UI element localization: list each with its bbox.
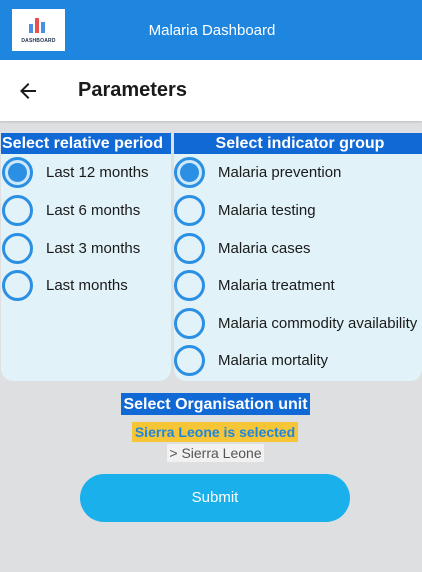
indicator-option[interactable]: Malaria mortality	[174, 343, 328, 377]
period-panel: Select relative period Last 12 months La…	[1, 133, 171, 381]
option-label: Malaria mortality	[218, 351, 329, 369]
option-label: Malaria commodity availability	[218, 314, 418, 332]
option-label: Last 3 months	[46, 239, 141, 257]
logo-text: DASHBOARD	[21, 38, 56, 44]
indicator-option[interactable]: Malaria commodity availability	[174, 306, 417, 340]
option-label: Last 12 months	[46, 163, 149, 181]
radio-button[interactable]	[2, 156, 33, 188]
radio-button[interactable]	[174, 194, 205, 226]
radio-button[interactable]	[174, 232, 205, 264]
period-option[interactable]: Last 3 months	[2, 231, 140, 265]
back-arrow-icon[interactable]	[16, 79, 40, 103]
toolbar: Parameters	[0, 60, 422, 121]
option-label: Last 6 months	[46, 201, 141, 219]
app-title: Malaria Dashboard	[148, 22, 276, 39]
period-heading: Select relative period	[1, 133, 171, 154]
indicator-heading: Select indicator group	[174, 133, 422, 154]
bar-chart-icon	[29, 17, 49, 33]
radio-button[interactable]	[174, 156, 205, 188]
option-label: Last months	[46, 276, 128, 294]
radio-button[interactable]	[174, 269, 205, 301]
indicator-panel: Select indicator group Malaria preventio…	[174, 133, 422, 381]
indicator-option[interactable]: Malaria prevention	[174, 155, 341, 189]
submit-button[interactable]: Submit	[80, 474, 350, 522]
indicator-option[interactable]: Malaria cases	[174, 231, 311, 265]
option-label: Malaria treatment	[218, 276, 335, 294]
org-unit-selected-text: Sierra Leone is selected	[132, 422, 298, 442]
app-logo: DASHBOARD	[12, 9, 65, 51]
period-option[interactable]: Last 6 months	[2, 193, 140, 227]
period-option[interactable]: Last months	[2, 268, 128, 302]
app-bar: DASHBOARD Malaria Dashboard	[0, 0, 422, 60]
org-unit-selector[interactable]: Select Organisation unit	[121, 393, 310, 415]
option-label: Malaria cases	[218, 239, 311, 257]
option-label: Malaria testing	[218, 201, 316, 219]
radio-button[interactable]	[174, 307, 205, 339]
indicator-option[interactable]: Malaria treatment	[174, 268, 335, 302]
radio-button[interactable]	[2, 232, 33, 264]
indicator-option[interactable]: Malaria testing	[174, 193, 316, 227]
radio-button[interactable]	[174, 344, 205, 376]
option-label: Malaria prevention	[218, 163, 342, 181]
period-option[interactable]: Last 12 months	[2, 155, 149, 189]
page-title: Parameters	[78, 79, 187, 101]
org-unit-path: > Sierra Leone	[167, 444, 264, 462]
radio-button[interactable]	[2, 269, 33, 301]
radio-button[interactable]	[2, 194, 33, 226]
